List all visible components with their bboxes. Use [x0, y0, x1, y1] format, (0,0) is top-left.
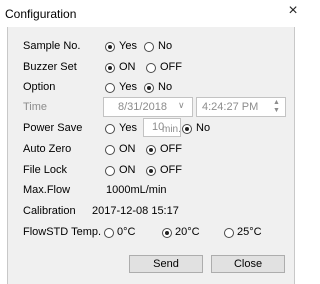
- auto-zero-label: Auto Zero: [23, 143, 72, 155]
- file-lock-on-label[interactable]: ON: [119, 164, 136, 176]
- close-icon[interactable]: ×: [286, 3, 300, 19]
- time-picker[interactable]: 4:24:27 PM ▲ ▼: [196, 97, 286, 117]
- buzzer-off-radio[interactable]: [146, 63, 156, 73]
- window-title: Configuration: [5, 7, 77, 21]
- sample-no-no-label[interactable]: No: [158, 40, 172, 52]
- time-label: Time: [23, 101, 48, 113]
- auto-zero-off-label[interactable]: OFF: [160, 143, 182, 155]
- title-bar: Configuration ×: [0, 0, 302, 27]
- auto-zero-on-label[interactable]: ON: [119, 143, 136, 155]
- flowstd-temp-label: FlowSTD Temp.: [23, 226, 102, 238]
- temp-20c-label[interactable]: 20°C: [175, 226, 200, 238]
- sample-no-no-radio[interactable]: [144, 42, 154, 52]
- buzzer-off-label[interactable]: OFF: [160, 61, 182, 73]
- power-save-label: Power Save: [23, 122, 83, 134]
- sample-no-label: Sample No.: [23, 40, 81, 52]
- temp-0c-label[interactable]: 0°C: [117, 226, 135, 238]
- dialog-body: Sample No. Yes No Buzzer Set ON OFF Opti…: [7, 27, 295, 284]
- power-save-yes-radio[interactable]: [105, 124, 115, 134]
- temp-25c-radio[interactable]: [224, 228, 234, 238]
- buzzer-on-radio[interactable]: [105, 63, 115, 73]
- minutes-unit: min.: [162, 124, 181, 135]
- power-save-yes-label[interactable]: Yes: [119, 122, 137, 134]
- temp-20c-radio[interactable]: [162, 228, 172, 238]
- file-lock-off-radio[interactable]: [146, 166, 156, 176]
- date-picker[interactable]: 8/31/2018 ∨: [103, 97, 193, 117]
- spinner-icon[interactable]: ▲ ▼: [273, 99, 280, 115]
- date-value: 8/31/2018: [118, 101, 167, 113]
- close-button[interactable]: Close: [211, 255, 285, 273]
- send-button[interactable]: Send: [129, 255, 203, 273]
- temp-0c-radio[interactable]: [104, 228, 114, 238]
- power-save-no-label[interactable]: No: [196, 122, 210, 134]
- time-value: 4:24:27 PM: [202, 101, 259, 113]
- file-lock-label: File Lock: [23, 164, 68, 176]
- option-no-radio[interactable]: [144, 83, 154, 93]
- sample-no-yes-radio[interactable]: [105, 42, 115, 52]
- buzzer-set-label: Buzzer Set: [23, 61, 77, 73]
- option-yes-label[interactable]: Yes: [119, 81, 137, 93]
- file-lock-off-label[interactable]: OFF: [160, 164, 182, 176]
- power-save-no-radio[interactable]: [182, 124, 192, 134]
- calibration-value: 2017-12-08 15:17: [92, 205, 179, 217]
- auto-zero-off-radio[interactable]: [146, 145, 156, 155]
- temp-25c-label[interactable]: 25°C: [237, 226, 262, 238]
- option-label: Option: [23, 81, 56, 93]
- option-yes-radio[interactable]: [105, 83, 115, 93]
- calibration-label: Calibration: [23, 205, 76, 217]
- sample-no-yes-label[interactable]: Yes: [119, 40, 137, 52]
- file-lock-on-radio[interactable]: [105, 166, 115, 176]
- auto-zero-on-radio[interactable]: [105, 145, 115, 155]
- buzzer-on-label[interactable]: ON: [119, 61, 136, 73]
- max-flow-label: Max.Flow: [23, 184, 71, 196]
- option-no-label[interactable]: No: [158, 81, 172, 93]
- max-flow-value: 1000mL/min: [106, 184, 167, 196]
- chevron-down-icon[interactable]: ∨: [178, 100, 185, 111]
